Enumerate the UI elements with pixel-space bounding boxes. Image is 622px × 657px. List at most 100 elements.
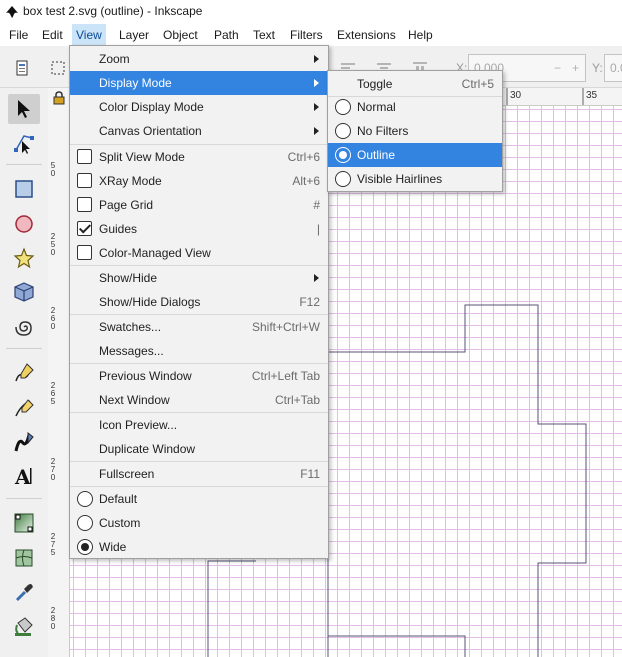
view-menu-default[interactable]: Default: [70, 487, 328, 511]
view-menu-messages[interactable]: Messages...: [70, 339, 328, 363]
view-menu-duplicate-window[interactable]: Duplicate Window: [70, 437, 328, 461]
view-menu-icon-preview[interactable]: Icon Preview...: [70, 413, 328, 437]
shortcut-label: Ctrl+Tab: [274, 393, 320, 407]
checkbox[interactable]: [77, 197, 92, 212]
gradient-tool-icon[interactable]: [8, 508, 40, 538]
ruler-label: 6: [50, 389, 56, 398]
menu-item-label: Canvas Orientation: [99, 124, 202, 138]
menu-item-label: XRay Mode: [99, 174, 162, 188]
view-menu-color-managed-view[interactable]: Color-Managed View: [70, 241, 328, 265]
ruler-label: 2: [50, 306, 56, 315]
view-menu-wide[interactable]: Wide: [70, 535, 328, 559]
menu-item-label: Color Display Mode: [99, 100, 204, 114]
view-menu-previous-window[interactable]: Previous Window Ctrl+Left Tab: [70, 364, 328, 388]
menu-extensions[interactable]: Extensions: [333, 24, 400, 46]
select-all-icon[interactable]: [50, 60, 66, 79]
checkbox[interactable]: [77, 245, 92, 260]
y-coord-value: 0.0: [610, 61, 622, 75]
view-menu-page-grid[interactable]: Page Grid #: [70, 193, 328, 217]
display-mode-outline[interactable]: Outline: [328, 143, 502, 167]
submenu-arrow-icon: [314, 274, 319, 282]
view-menu-show-hide[interactable]: Show/Hide: [70, 266, 328, 290]
shortcut-label: Alt+6: [292, 174, 320, 188]
view-menu-show-hide-dialogs[interactable]: Show/Hide Dialogs F12: [70, 290, 328, 314]
dropper-tool-icon[interactable]: [8, 577, 40, 607]
menu-item-label: Color-Managed View: [99, 246, 211, 260]
radio-button-selected[interactable]: [77, 539, 93, 555]
menu-file[interactable]: File: [5, 24, 32, 46]
view-menu: Zoom Display Mode Color Display Mode Can…: [69, 45, 329, 559]
display-mode-no-filters[interactable]: No Filters: [328, 119, 502, 143]
menu-path[interactable]: Path: [210, 24, 243, 46]
selector-tool-icon[interactable]: [8, 94, 40, 124]
submenu-arrow-icon: [314, 55, 319, 63]
mesh-tool-icon[interactable]: [8, 543, 40, 573]
radio-button[interactable]: [335, 123, 351, 139]
lock-guides-icon[interactable]: [52, 91, 66, 108]
x-decrement-icon[interactable]: −: [554, 55, 561, 81]
view-menu-canvas-orientation[interactable]: Canvas Orientation: [70, 119, 328, 143]
ruler-label: 5: [50, 161, 56, 170]
spiral-tool-icon[interactable]: [8, 312, 40, 342]
menu-help[interactable]: Help: [404, 24, 437, 46]
radio-button[interactable]: [77, 515, 93, 531]
checkbox[interactable]: [77, 173, 92, 188]
checkbox[interactable]: [77, 149, 92, 164]
shortcut-label: #: [313, 198, 320, 212]
menu-item-label: Toggle: [357, 77, 393, 91]
x-increment-icon[interactable]: +: [572, 55, 579, 81]
menu-item-label: Wide: [99, 540, 127, 554]
view-menu-xray-mode[interactable]: XRay Mode Alt+6: [70, 169, 328, 193]
menu-item-label: Swatches...: [99, 320, 162, 334]
menu-item-label: Show/Hide Dialogs: [99, 295, 201, 309]
display-mode-toggle[interactable]: Toggle Ctrl+5: [328, 72, 502, 96]
menu-object[interactable]: Object: [159, 24, 202, 46]
menu-item-label: Split View Mode: [99, 150, 185, 164]
radio-button[interactable]: [77, 491, 93, 507]
menu-item-label: Custom: [99, 516, 141, 530]
pencil-tool-icon[interactable]: [8, 358, 40, 388]
menu-item-label: Outline: [357, 148, 396, 162]
view-menu-display-mode[interactable]: Display Mode: [70, 71, 328, 95]
ellipse-tool-icon[interactable]: [8, 209, 40, 239]
radio-button[interactable]: [335, 99, 351, 115]
rectangle-tool-icon[interactable]: [8, 174, 40, 204]
menu-layer[interactable]: Layer: [115, 24, 153, 46]
view-menu-split-view-mode[interactable]: Split View Mode Ctrl+6: [70, 145, 328, 169]
text-tool-icon[interactable]: A: [8, 461, 40, 491]
display-mode-normal[interactable]: Normal: [328, 95, 502, 119]
checkbox-checked[interactable]: [77, 221, 92, 236]
ruler-label: 5: [50, 397, 56, 406]
menu-text[interactable]: Text: [249, 24, 279, 46]
toolbox-separator: [6, 348, 42, 349]
box3d-tool-icon[interactable]: [8, 277, 40, 307]
radio-button[interactable]: [335, 171, 351, 187]
shortcut-label: |: [316, 222, 320, 236]
view-menu-zoom[interactable]: Zoom: [70, 47, 328, 71]
pen-tool-icon[interactable]: [8, 393, 40, 423]
submenu-arrow-icon: [314, 127, 319, 135]
star-tool-icon[interactable]: [8, 243, 40, 273]
node-tool-icon[interactable]: [8, 128, 40, 158]
ruler-label: 8: [50, 614, 56, 623]
menu-item-label: Duplicate Window: [99, 442, 196, 456]
menu-bar: File Edit View Layer Object Path Text Fi…: [0, 24, 622, 46]
paint-bucket-tool-icon[interactable]: [8, 611, 40, 641]
view-menu-swatches[interactable]: Swatches... Shift+Ctrl+W: [70, 315, 328, 339]
ruler-label: 6: [50, 314, 56, 323]
menu-item-label: Guides: [99, 222, 138, 236]
view-menu-color-display-mode[interactable]: Color Display Mode: [70, 95, 328, 119]
radio-button-selected[interactable]: [335, 147, 351, 163]
y-coord-input[interactable]: 0.0: [604, 54, 622, 82]
display-mode-visible-hairlines[interactable]: Visible Hairlines: [328, 167, 502, 191]
menu-item-label: Fullscreen: [99, 467, 155, 481]
menu-view[interactable]: View: [72, 24, 106, 46]
calligraphy-tool-icon[interactable]: [8, 427, 40, 457]
view-menu-guides[interactable]: Guides |: [70, 217, 328, 241]
view-menu-fullscreen[interactable]: Fullscreen F11: [70, 462, 328, 486]
view-menu-next-window[interactable]: Next Window Ctrl+Tab: [70, 388, 328, 412]
document-properties-icon[interactable]: [14, 60, 30, 79]
menu-filters[interactable]: Filters: [286, 24, 327, 46]
view-menu-custom[interactable]: Custom: [70, 511, 328, 535]
menu-edit[interactable]: Edit: [38, 24, 67, 46]
